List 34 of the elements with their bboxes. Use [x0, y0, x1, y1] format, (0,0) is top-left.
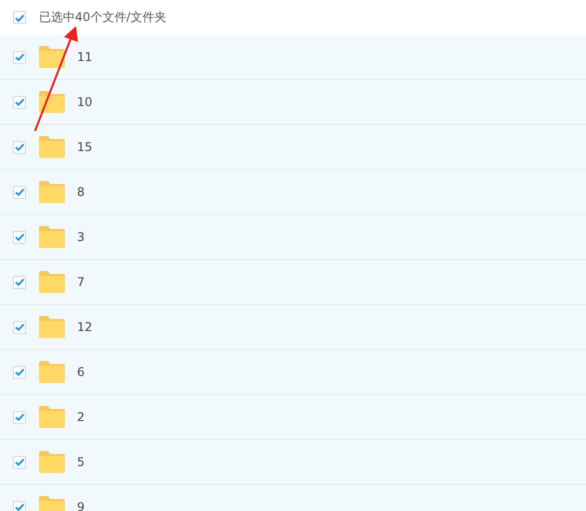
checkbox[interactable]: [13, 456, 26, 468]
folder-name[interactable]: 10: [77, 95, 92, 109]
selection-count: 已选中40个文件/文件夹: [39, 9, 166, 26]
folder-icon: [39, 136, 65, 158]
folder-icon: [39, 316, 65, 338]
folder-name[interactable]: 5: [77, 455, 85, 469]
checkbox[interactable]: [13, 140, 26, 154]
folder-name[interactable]: 6: [77, 365, 85, 379]
checkbox[interactable]: [13, 276, 26, 288]
folder-name[interactable]: 2: [77, 410, 85, 424]
checkbox[interactable]: [13, 186, 26, 198]
checkbox[interactable]: [13, 50, 26, 64]
folder-icon: [39, 46, 65, 68]
checkbox[interactable]: [13, 320, 26, 334]
folder-icon: [39, 451, 65, 473]
folder-icon: [39, 406, 65, 428]
folder-name[interactable]: 8: [77, 185, 85, 199]
folder-name[interactable]: 7: [77, 275, 85, 289]
folder-icon: [39, 91, 65, 113]
folder-name[interactable]: 3: [77, 230, 85, 244]
checkbox[interactable]: [13, 230, 26, 244]
checkbox[interactable]: [13, 500, 26, 511]
folder-icon: [39, 226, 65, 248]
folder-icon: [39, 181, 65, 203]
checkbox[interactable]: [13, 366, 26, 378]
folder-icon: [39, 361, 65, 383]
checkbox[interactable]: [13, 11, 26, 24]
folder-name[interactable]: 15: [77, 140, 92, 154]
folder-icon: [39, 271, 65, 293]
folder-name[interactable]: 12: [77, 320, 92, 334]
folder-name[interactable]: 9: [77, 500, 85, 511]
folder-name[interactable]: 11: [77, 50, 92, 64]
checkbox[interactable]: [13, 96, 26, 108]
checkbox[interactable]: [13, 410, 26, 424]
